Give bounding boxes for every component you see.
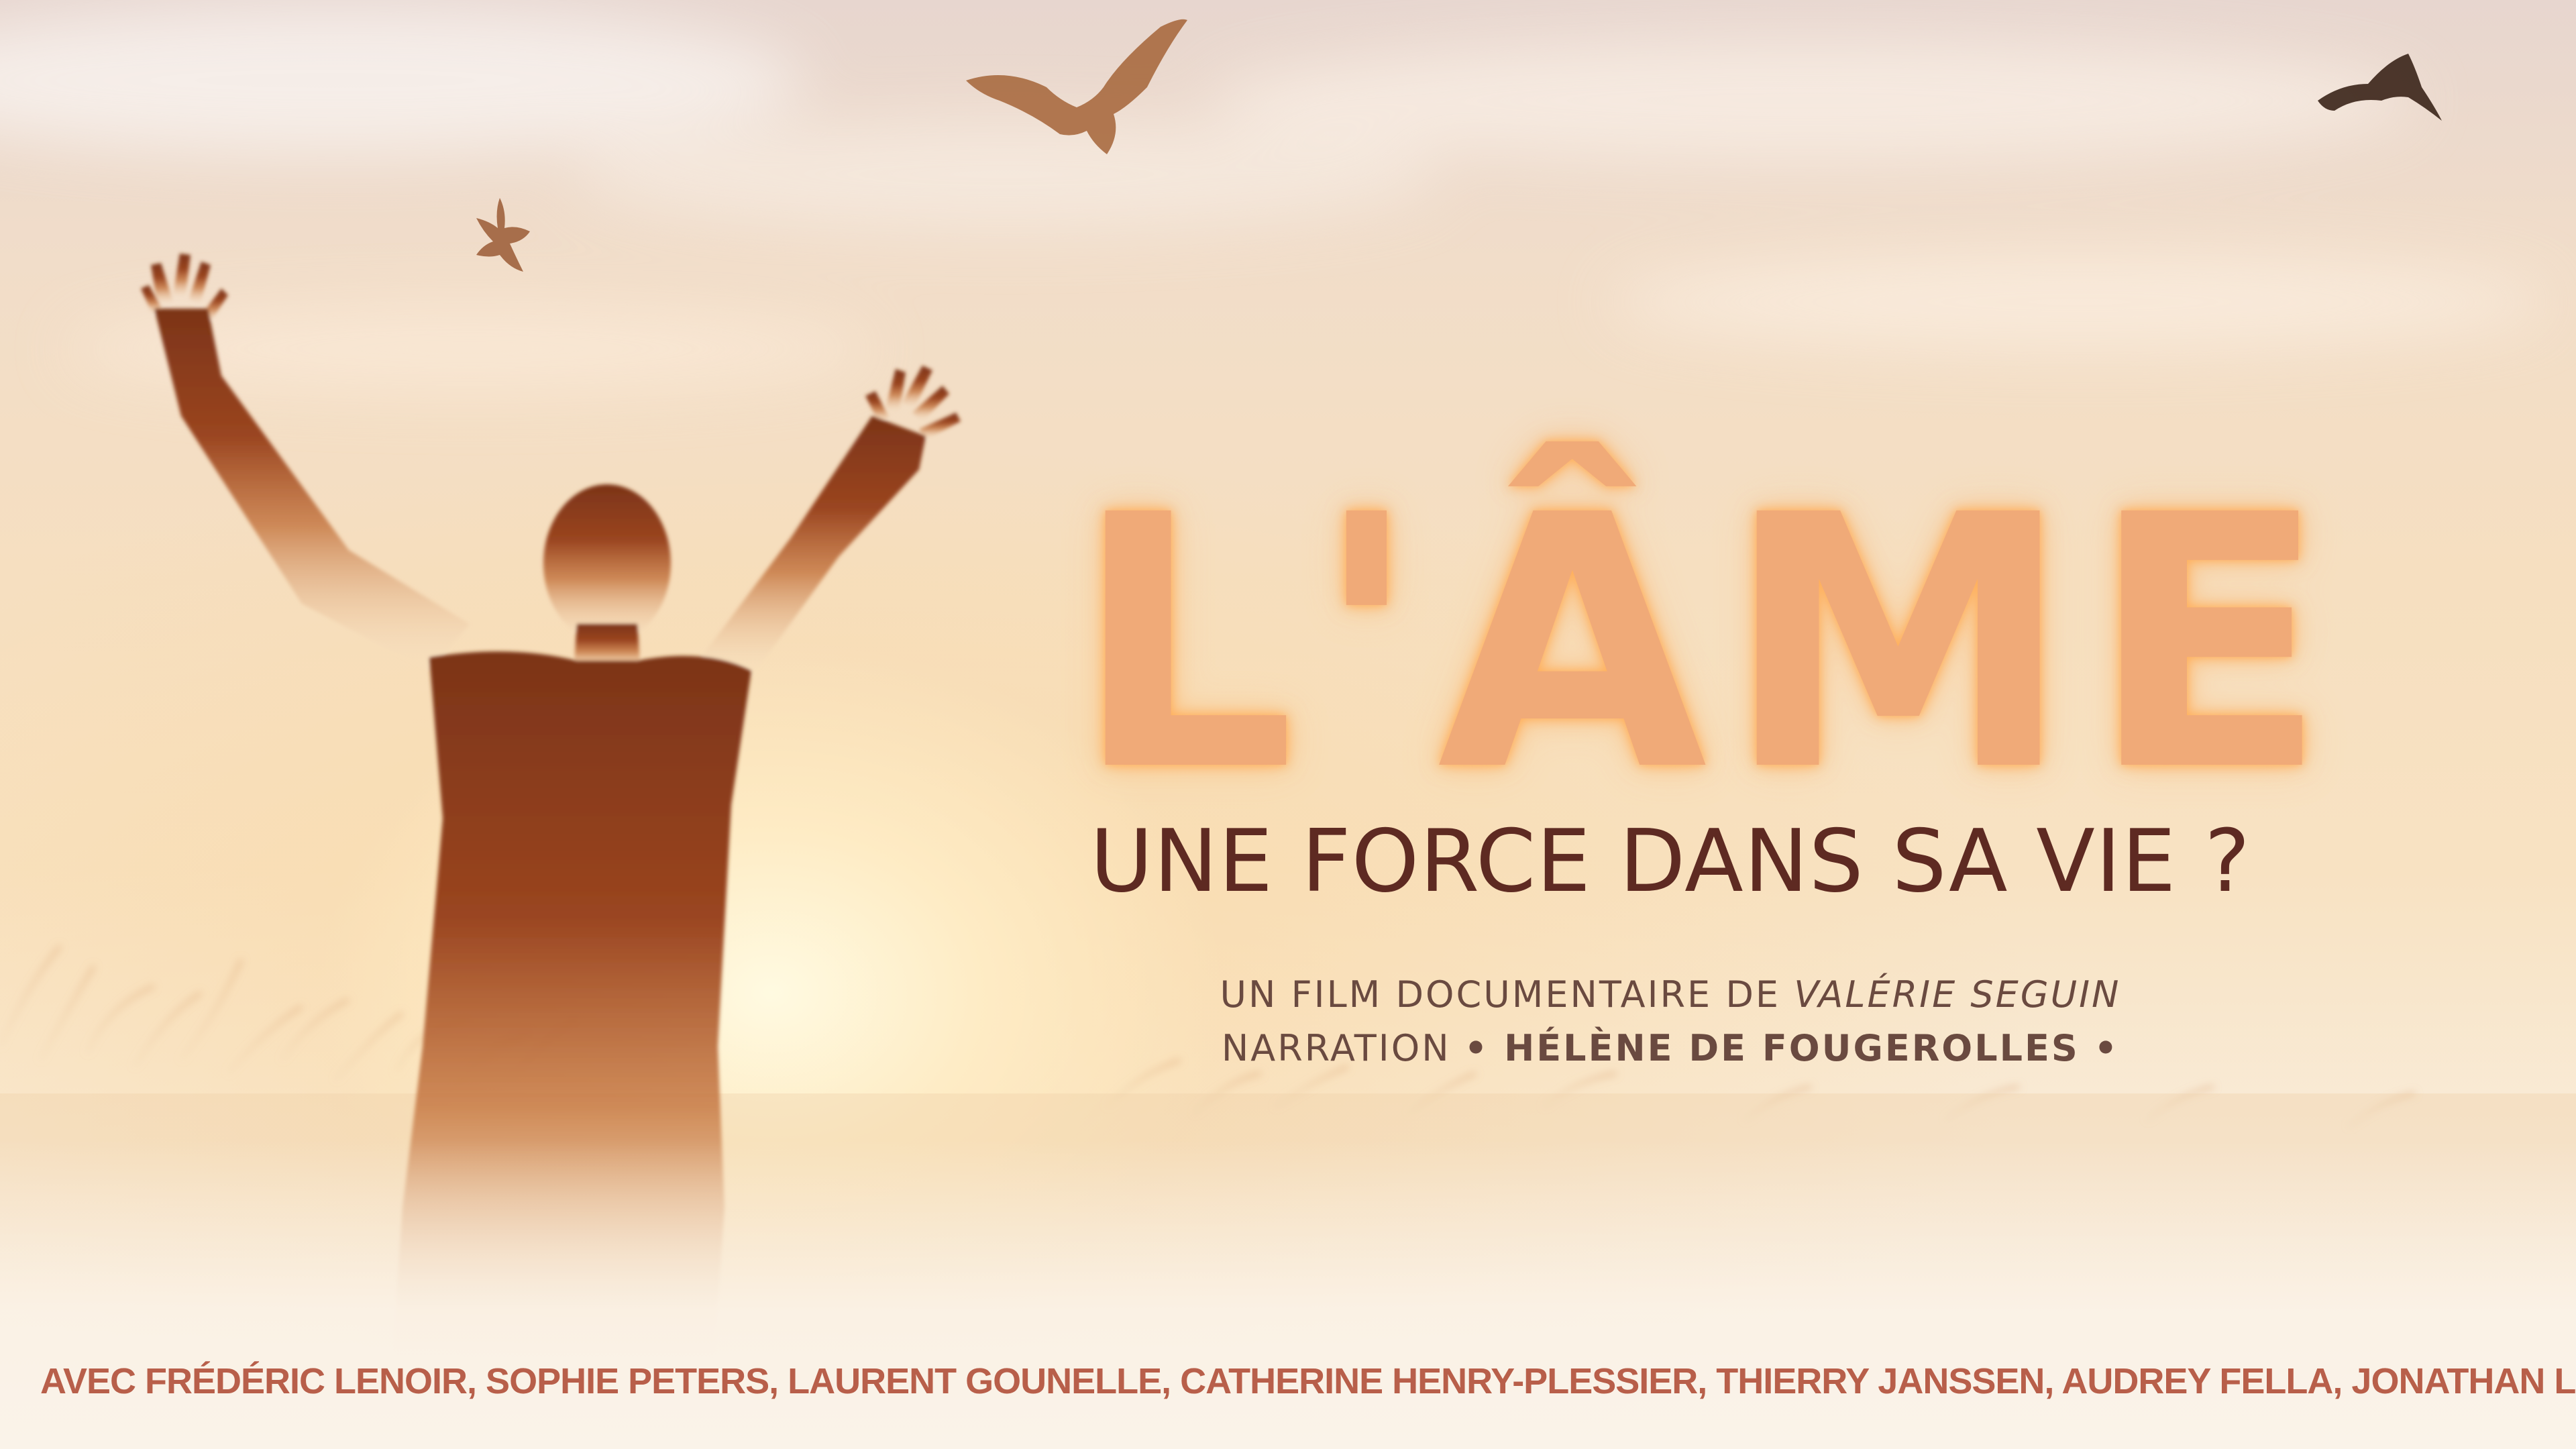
director-credit: UN FILM DOCUMENTAIRE DE VALÉRIE SEGUIN (1073, 971, 2267, 1018)
bird-icon (476, 198, 530, 272)
bird-icon (2318, 54, 2442, 121)
director-name: VALÉRIE SEGUIN (1794, 973, 2121, 1016)
narration-label: NARRATION (1221, 1027, 1451, 1069)
cast-list: AVEC FRÉDÉRIC LENOIR, SOPHIE PETERS, LAU… (40, 1361, 2576, 1401)
movie-poster: L'ÂME UNE FORCE DANS SA VIE ? UN FILM DO… (0, 0, 2576, 1449)
movie-title: L'ÂME (1073, 441, 2345, 847)
credit-prefix: UN FILM DOCUMENTAIRE DE (1220, 973, 1781, 1016)
bird-icon (966, 19, 1187, 154)
narrator-name: • HÉLÈNE DE FOUGEROLLES • (1464, 1027, 2120, 1069)
title-block: L'ÂME (1073, 362, 2328, 818)
movie-subtitle: UNE FORCE DANS SA VIE ? (1089, 812, 2251, 912)
narration-credit: NARRATION • HÉLÈNE DE FOUGEROLLES • (1073, 1025, 2267, 1072)
